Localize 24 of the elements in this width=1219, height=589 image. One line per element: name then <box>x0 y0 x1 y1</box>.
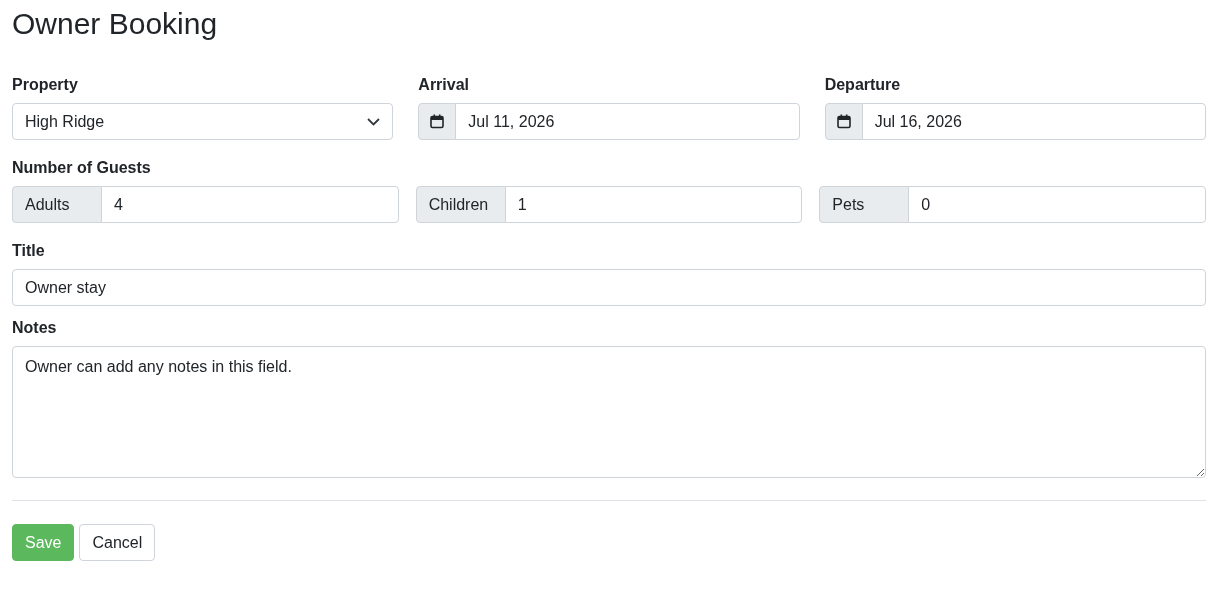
field-label: Departure <box>824 76 902 94</box>
input-field[interactable]: 1 <box>504 186 803 223</box>
calendar-button[interactable] <box>824 103 863 140</box>
field-label: Property <box>12 76 79 94</box>
calendar-button[interactable] <box>418 103 457 140</box>
calendar-icon <box>430 114 445 129</box>
input-field[interactable]: 0 <box>908 186 1206 223</box>
guest-type-label: Pets <box>819 186 910 223</box>
guest-type-label: Adults <box>12 186 102 223</box>
field-label: Title <box>12 242 46 260</box>
property-select[interactable]: High Ridge <box>12 103 394 140</box>
date-field[interactable]: Jul 16, 2026 <box>861 103 1206 140</box>
chevron-down-icon <box>367 117 381 126</box>
input-field[interactable]: 4 <box>101 186 399 223</box>
field-label: Number of Guests <box>12 159 152 177</box>
cancel-button[interactable]: Cancel <box>79 524 156 561</box>
guest-type-label: Children <box>415 186 506 223</box>
date-field[interactable]: Jul 11, 2026 <box>455 103 800 140</box>
page-title: Owner Booking <box>12 6 219 42</box>
calendar-icon <box>836 114 851 129</box>
title-field[interactable]: Owner stay <box>12 269 1206 306</box>
field-label: Notes <box>12 319 58 337</box>
field-label: Arrival <box>418 76 471 94</box>
notes-field[interactable]: Owner can add any notes in this field. <box>12 346 1206 478</box>
